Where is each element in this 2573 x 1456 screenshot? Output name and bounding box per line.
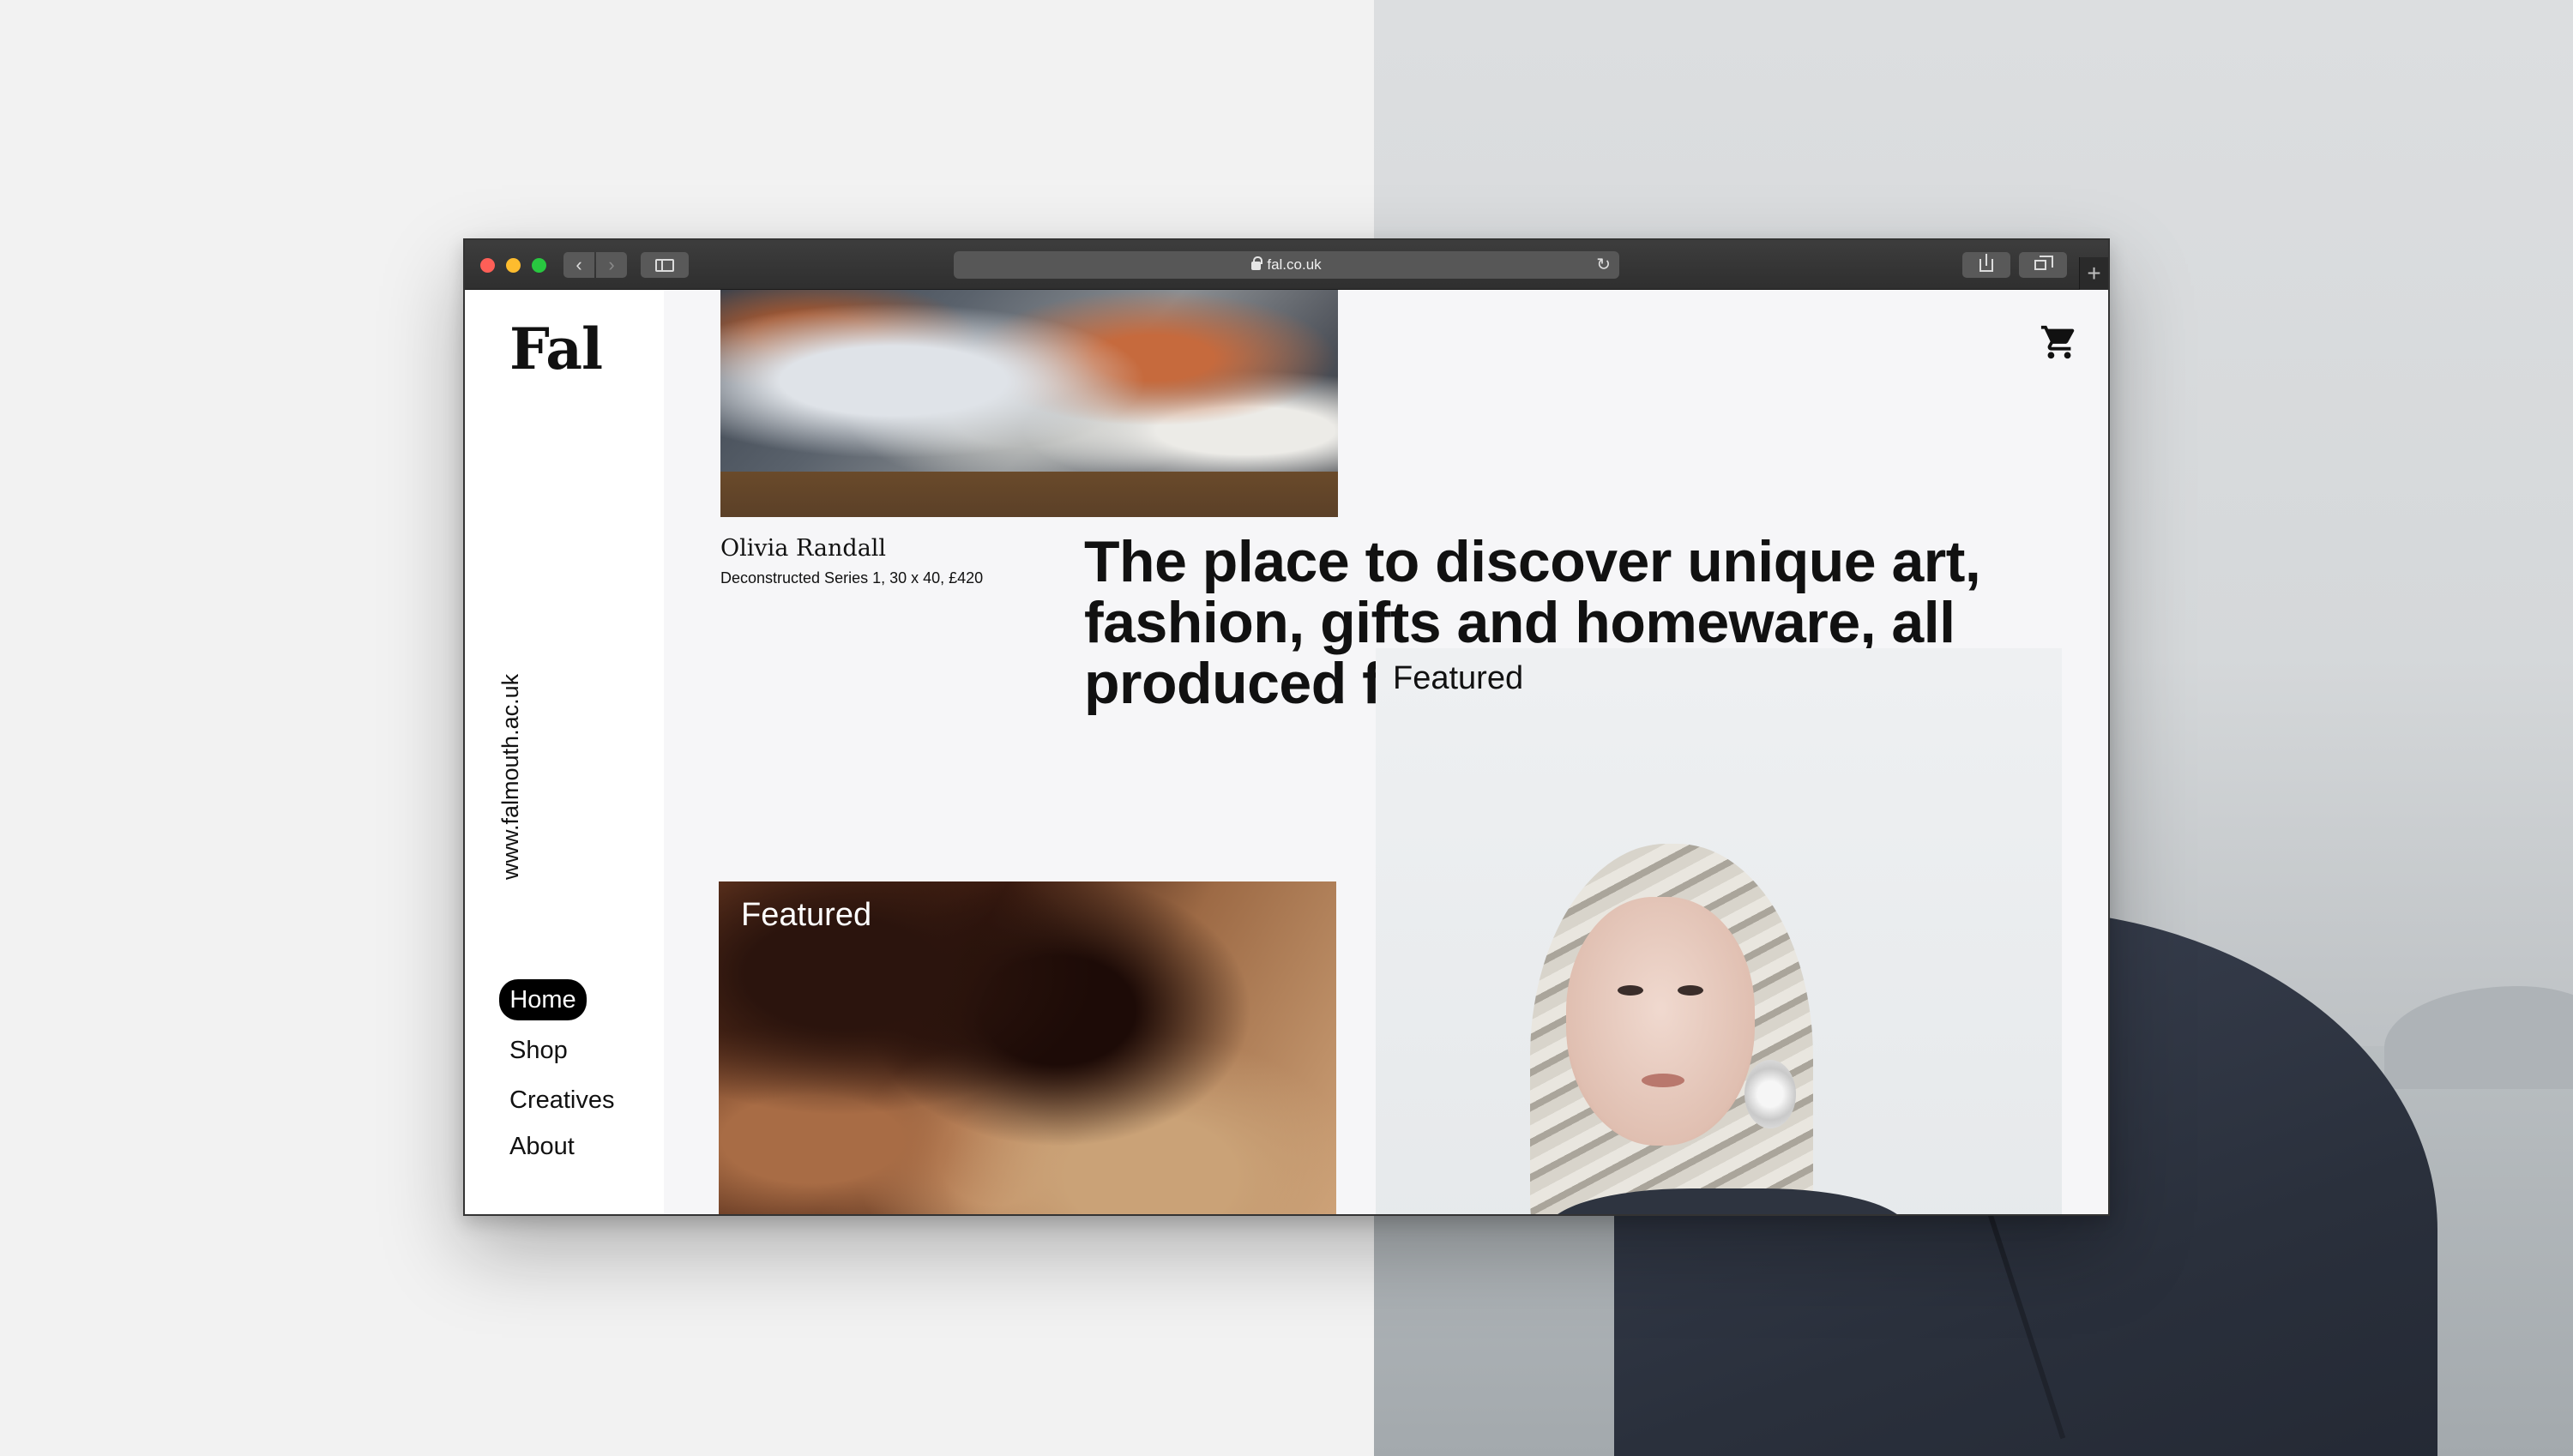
model-face <box>1566 897 1755 1146</box>
share-icon <box>1979 254 1993 272</box>
nav-item-about[interactable]: About <box>499 1130 625 1163</box>
vertical-site-url[interactable]: www.falmouth.ac.uk <box>497 640 524 880</box>
background-hill <box>2384 986 2573 1089</box>
featured-card-artwork[interactable]: Featured <box>719 881 1336 1214</box>
minimize-window-button[interactable] <box>506 258 521 273</box>
model-lips <box>1642 1074 1684 1087</box>
main-nav: Home Shop Creatives About <box>499 979 625 1163</box>
page-viewport: Fal www.falmouth.ac.uk Home Shop Creativ… <box>465 290 2108 1214</box>
featured-card-fashion[interactable]: Featured <box>1376 648 2062 1214</box>
artwork-caption: Deconstructed Series 1, 30 x 40, £420 <box>720 569 984 587</box>
new-tab-button[interactable]: + <box>2079 257 2108 290</box>
nav-item-home[interactable]: Home <box>499 979 587 1020</box>
tabs-icon <box>2034 256 2053 270</box>
sidebar-toggle-button[interactable] <box>641 252 689 278</box>
close-window-button[interactable] <box>480 258 495 273</box>
maximize-window-button[interactable] <box>532 258 546 273</box>
model-eye <box>1678 985 1703 996</box>
model-eye <box>1618 985 1643 996</box>
site-logo[interactable]: Fal <box>509 316 603 382</box>
address-text: fal.co.uk <box>1267 256 1322 273</box>
forward-button[interactable]: › <box>596 252 627 278</box>
browser-toolbar: ‹ › fal.co.uk ↻ + <box>465 240 2108 290</box>
back-button[interactable]: ‹ <box>563 252 594 278</box>
lock-icon <box>1251 256 1263 270</box>
share-button[interactable] <box>1962 252 2010 278</box>
reload-icon[interactable]: ↻ <box>1596 251 1611 279</box>
featured-label: Featured <box>741 897 872 933</box>
nav-item-shop[interactable]: Shop <box>499 1034 625 1067</box>
cart-icon[interactable] <box>2040 322 2079 362</box>
artist-name[interactable]: Olivia Randall <box>720 535 886 562</box>
sidebar: Fal www.falmouth.ac.uk Home Shop Creativ… <box>465 290 664 1214</box>
featured-label: Featured <box>1393 660 1524 696</box>
tab-overview-button[interactable] <box>2019 252 2067 278</box>
address-bar[interactable]: fal.co.uk ↻ <box>954 251 1619 279</box>
model-earring <box>1744 1060 1796 1128</box>
hero-artwork-image[interactable] <box>720 290 1338 517</box>
sidebar-icon <box>655 259 674 272</box>
browser-window: ‹ › fal.co.uk ↻ + Fal www.falmouth.ac.uk… <box>463 238 2110 1216</box>
nav-item-creatives[interactable]: Creatives <box>499 1084 625 1116</box>
